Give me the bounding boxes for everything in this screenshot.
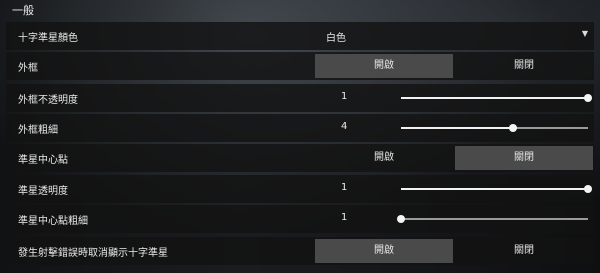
outline-row: 外框 開啟 關閉 (6, 52, 594, 80)
crosshair-opacity-fill (401, 188, 588, 190)
outline-thickness-fill (401, 127, 514, 129)
outline-opacity-handle[interactable] (584, 94, 592, 102)
center-dot-off-button[interactable]: 關閉 (455, 146, 593, 170)
crosshair-opacity-label: 準星透明度 (18, 186, 68, 197)
outline-on-button[interactable]: 開啟 (315, 54, 453, 78)
firing-error-label: 發生射擊錯誤時取消顯示十字準星 (18, 248, 168, 259)
chevron-down-icon: ▼ (581, 29, 588, 38)
firing-error-on-button[interactable]: 開啟 (315, 239, 453, 263)
outline-opacity-row: 外框不透明度 1 (6, 84, 594, 112)
crosshair-opacity-row: 準星透明度 1 (6, 175, 594, 203)
center-dot-on-button[interactable]: 開啟 (315, 146, 453, 170)
crosshair-color-dropdown[interactable]: 白色 ▼ (312, 22, 594, 50)
outline-off-button[interactable]: 關閉 (455, 54, 593, 78)
crosshair-opacity-handle[interactable] (584, 185, 592, 193)
section-title: 一般 (12, 4, 34, 17)
center-dot-thickness-label: 準星中心點粗細 (18, 216, 88, 227)
firing-error-off-button[interactable]: 關閉 (455, 239, 593, 263)
outline-thickness-value: 4 (341, 121, 348, 132)
center-dot-thickness-value: 1 (341, 212, 348, 223)
outline-opacity-slider[interactable] (401, 94, 592, 102)
outline-opacity-label: 外框不透明度 (18, 95, 78, 106)
center-dot-thickness-row: 準星中心點粗細 1 (6, 205, 594, 233)
center-dot-row: 準星中心點 開啟 關閉 (6, 144, 594, 172)
crosshair-color-label: 十字準星顏色 (18, 33, 78, 44)
center-dot-thickness-handle[interactable] (397, 215, 405, 223)
outline-thickness-handle[interactable] (509, 124, 518, 132)
outline-opacity-fill (401, 97, 588, 99)
outline-thickness-label: 外框粗細 (18, 125, 58, 136)
outline-thickness-slider[interactable] (401, 124, 588, 132)
crosshair-opacity-value: 1 (341, 182, 348, 193)
outline-label: 外框 (18, 63, 38, 74)
firing-error-row: 發生射擊錯誤時取消顯示十字準星 開啟 關閉 (6, 237, 594, 265)
outline-thickness-row: 外框粗細 4 (6, 114, 594, 142)
center-dot-thickness-slider[interactable] (397, 215, 588, 223)
outline-opacity-value: 1 (341, 91, 348, 102)
crosshair-color-row: 十字準星顏色 白色 ▼ (6, 22, 594, 50)
center-dot-label: 準星中心點 (18, 155, 68, 166)
crosshair-color-value: 白色 (326, 33, 346, 44)
crosshair-opacity-slider[interactable] (401, 185, 592, 193)
